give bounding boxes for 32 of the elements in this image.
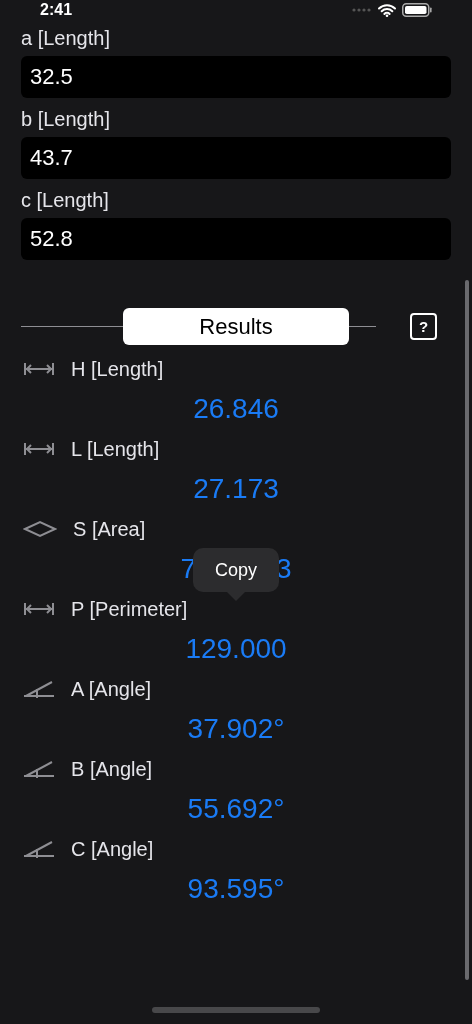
result-label: S [Area]	[73, 517, 146, 542]
field-label: a [Length]	[21, 26, 111, 51]
result-value[interactable]: 37.902°	[187, 708, 285, 750]
result-label: B [Angle]	[71, 757, 153, 782]
input-field[interactable]: 52.8	[21, 218, 451, 260]
signal-icon	[352, 8, 372, 12]
width-arrow-icon	[23, 442, 55, 456]
diamond-icon	[23, 520, 57, 538]
input-field[interactable]: 32.5	[21, 56, 451, 98]
result-value[interactable]: 27.173	[193, 468, 279, 510]
result-value[interactable]: 55.692°	[187, 788, 285, 830]
wifi-icon	[378, 3, 396, 17]
battery-icon	[402, 3, 432, 17]
result-value[interactable]: 129.000	[185, 628, 287, 670]
result-label: L [Length]	[71, 437, 160, 462]
width-arrow-icon	[23, 362, 55, 376]
result-value[interactable]: 93.595°	[187, 868, 285, 910]
status-time: 2:41	[40, 1, 73, 19]
angle-icon	[23, 839, 55, 859]
help-button[interactable]: ?	[410, 312, 437, 340]
result-label: C [Angle]	[71, 837, 154, 862]
field-label: c [Length]	[21, 188, 110, 213]
angle-icon	[23, 679, 55, 699]
angle-icon	[23, 759, 55, 779]
result-value[interactable]: 26.846	[193, 388, 279, 430]
results-button[interactable]: Results	[123, 307, 349, 345]
field-label: b [Length]	[21, 107, 111, 132]
result-label: A [Angle]	[71, 677, 152, 702]
result-label: H [Length]	[71, 357, 164, 382]
input-field[interactable]: 43.7	[21, 137, 451, 179]
result-label: P [Perimeter]	[71, 597, 188, 622]
width-arrow-icon	[23, 602, 55, 616]
